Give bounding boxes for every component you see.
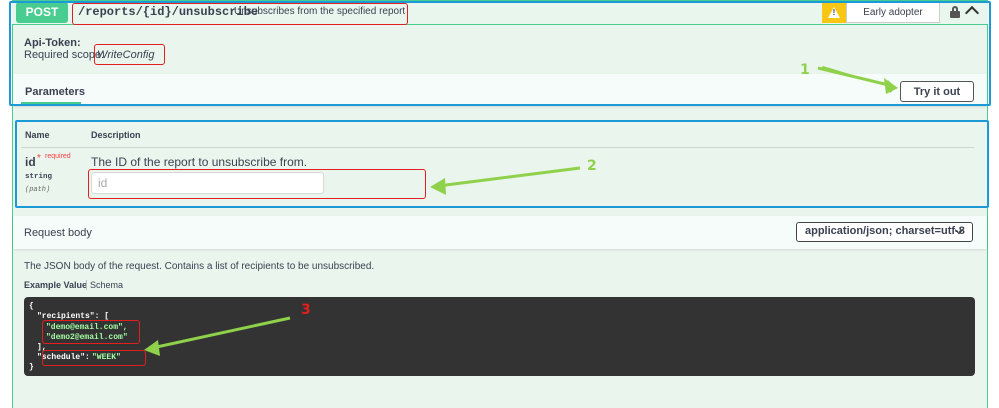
arrow-3-head [144, 340, 160, 356]
annotation-label-2: 2 [587, 158, 597, 174]
annotation-label-1: 1 [800, 62, 810, 78]
arrow-2-head [430, 178, 446, 195]
arrow-3-shaft [151, 316, 291, 350]
arrow-2-shaft [437, 166, 581, 188]
annotation-arrows [144, 66, 898, 356]
arrow-1-shaft [817, 66, 894, 88]
annotation-label-3: 3 [301, 302, 311, 318]
